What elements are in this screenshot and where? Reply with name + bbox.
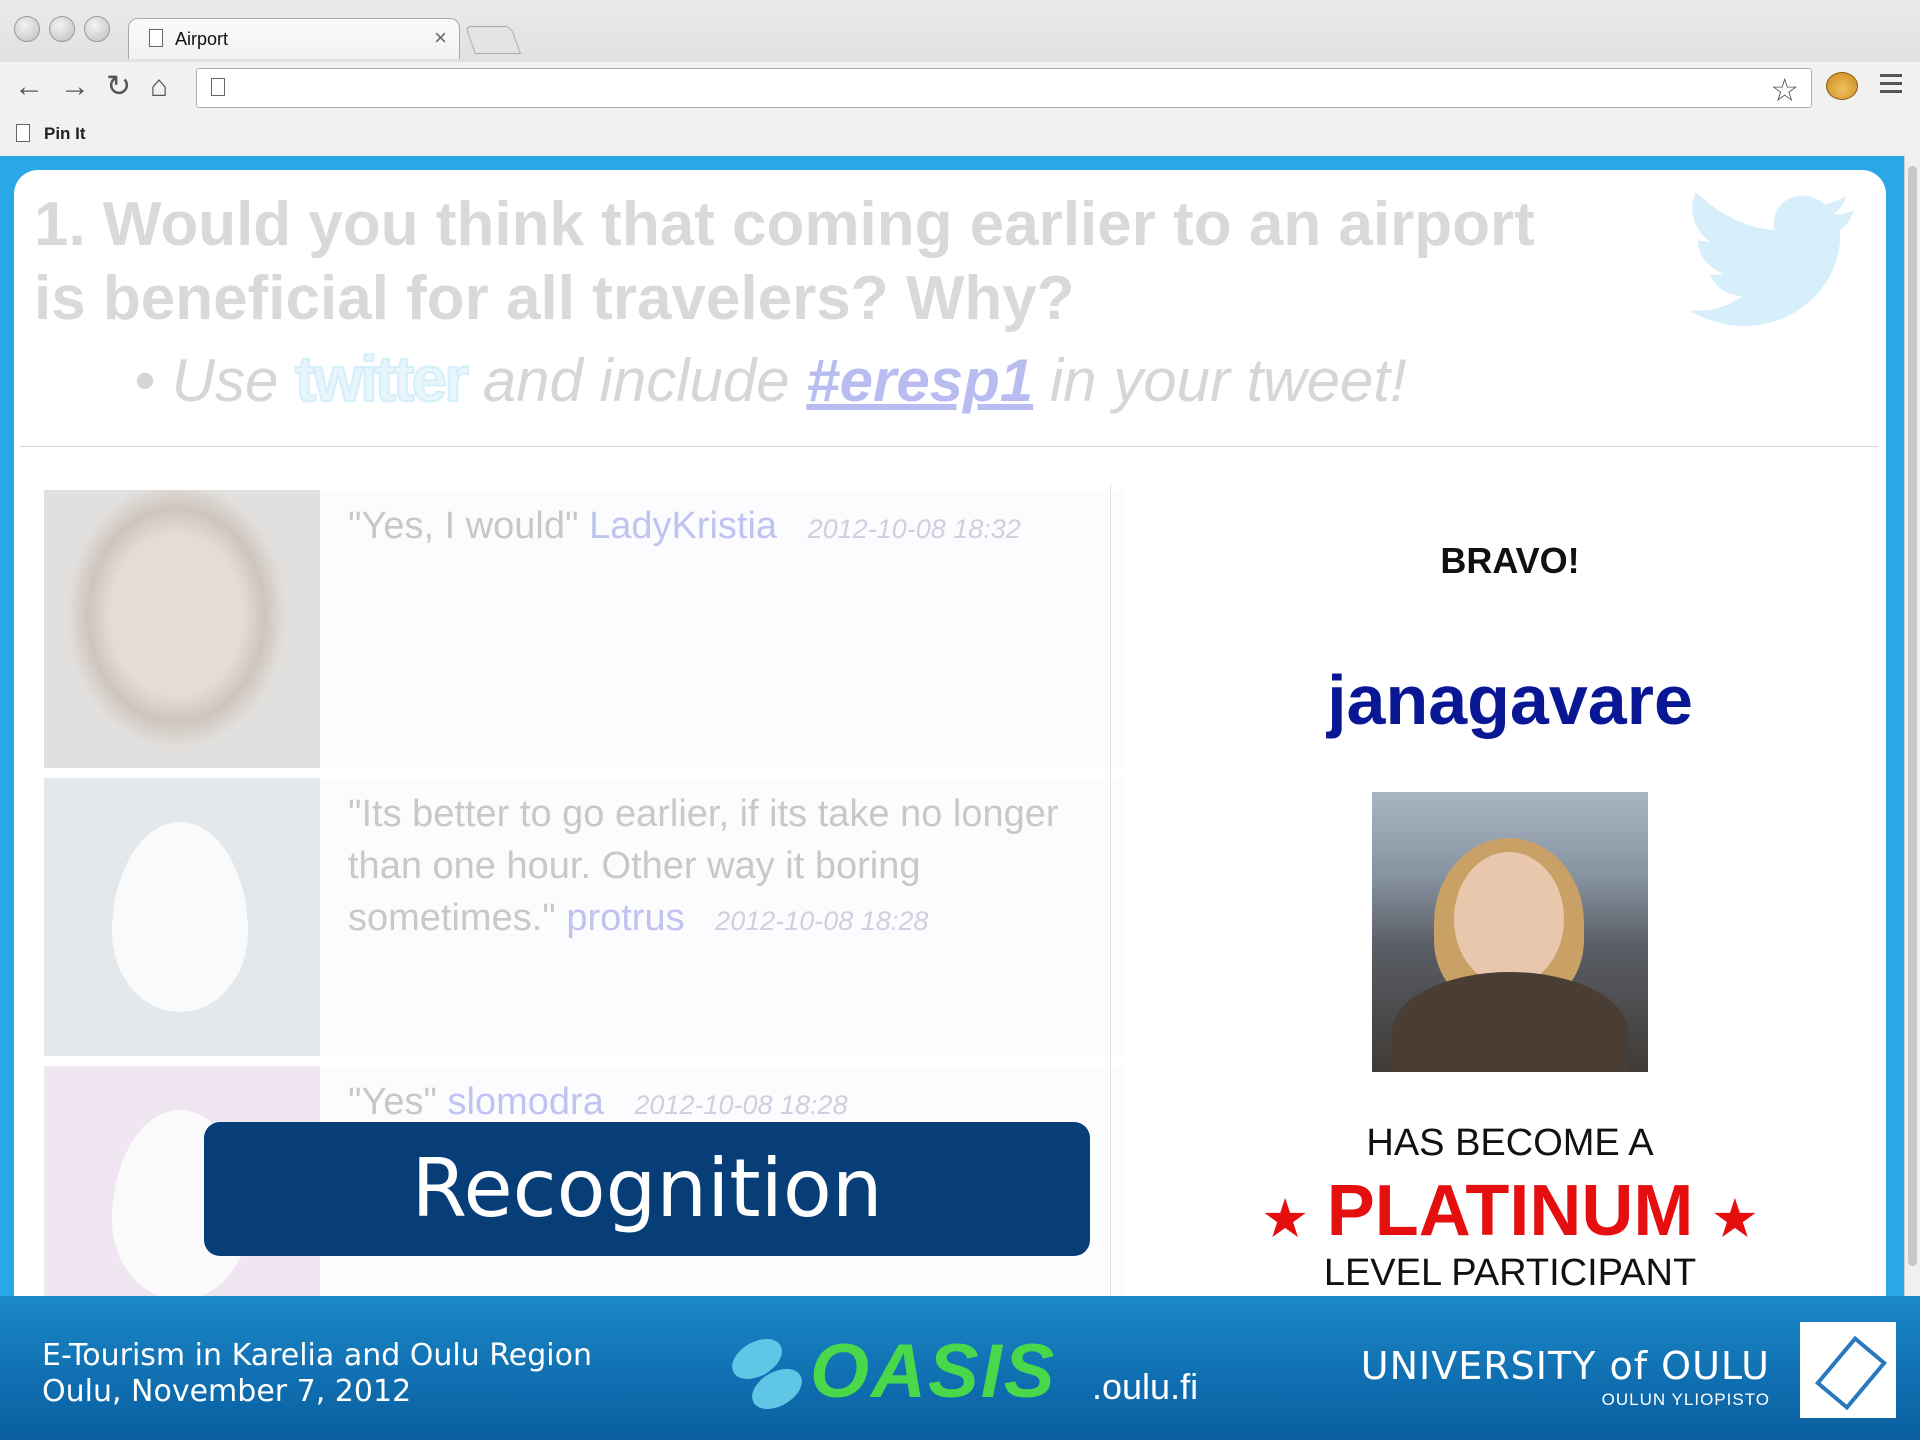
navigation-bar: ← → ↻ ⌂ ☆ <box>0 62 1920 114</box>
presentation-footer: E-Tourism in Karelia and Oulu Region Oul… <box>0 1296 1920 1440</box>
avatar[interactable] <box>44 490 320 768</box>
footer-event-title: E-Tourism in Karelia and Oulu Region <box>42 1338 593 1373</box>
winner-photo <box>1372 792 1648 1072</box>
page-icon <box>211 78 225 96</box>
page-frame: 1. Would you think that coming earlier t… <box>0 156 1904 1370</box>
winner-username: janagavare <box>1327 661 1693 739</box>
tweet-username[interactable]: protrus <box>566 897 684 939</box>
became-text: HAS BECOME A <box>1366 1122 1654 1164</box>
university-subtitle: OULUN YLIOPISTO <box>1601 1390 1770 1409</box>
address-bar[interactable]: ☆ <box>196 68 1812 108</box>
back-arrow-icon[interactable]: ← <box>14 70 44 104</box>
divider <box>20 446 1878 447</box>
tab-airport[interactable]: Airport × <box>128 18 460 59</box>
bullet-prefix: • Use <box>134 347 279 414</box>
tweet-timestamp: 2012-10-08 18:28 <box>715 906 929 936</box>
forward-arrow-icon[interactable]: → <box>60 70 90 104</box>
bravo-heading: BRAVO! <box>1440 540 1580 581</box>
star-icon: ★ <box>1713 1193 1757 1246</box>
bullet-suffix: in your tweet! <box>1049 347 1407 414</box>
star-icon: ★ <box>1263 1193 1307 1246</box>
window-controls <box>14 16 110 42</box>
bookmark-pin-it[interactable]: Pin It <box>44 124 86 144</box>
bookmarks-bar: Pin It <box>0 114 1920 156</box>
level-participant-text: LEVEL PARTICIPANT <box>1323 1252 1697 1294</box>
platinum-level: ★ PLATINUM ★ <box>1140 1170 1880 1252</box>
egg-avatar-icon <box>112 822 248 1012</box>
twitter-bird-icon <box>1688 192 1854 326</box>
list-item: "Its better to go earlier, if its take n… <box>44 778 1124 1056</box>
university-title: UNIVERSITY of OULU <box>1360 1344 1770 1388</box>
bullet-middle: and include <box>482 347 790 414</box>
footer-date: Oulu, November 7, 2012 <box>42 1374 412 1409</box>
new-tab-button[interactable] <box>464 26 522 54</box>
question-heading: 1. Would you think that coming earlier t… <box>34 188 1535 336</box>
tweet-text: "Its better to go earlier, if its take n… <box>348 788 1118 947</box>
extension-icon[interactable] <box>1826 72 1858 100</box>
page-icon <box>16 124 30 142</box>
twitter-wordmark: twitter <box>294 342 470 416</box>
level-word: PLATINUM <box>1326 1171 1694 1251</box>
oasis-domain: .oulu.fi <box>1092 1366 1199 1407</box>
bookmark-star-icon[interactable]: ☆ <box>1770 71 1799 109</box>
university-name: UNIVERSITY of OULU OULUN YLIOPISTO <box>1361 1344 1770 1410</box>
university-logo-icon <box>1800 1322 1896 1418</box>
recognition-banner: Recognition <box>204 1122 1090 1256</box>
home-icon[interactable]: ⌂ <box>150 70 168 104</box>
hashtag-link[interactable]: #eresp1 <box>806 347 1033 414</box>
tweet-username[interactable]: LadyKristia <box>589 505 777 547</box>
tweet-text: "Yes, I would" LadyKristia 2012-10-08 18… <box>348 500 1118 555</box>
page-icon <box>149 29 163 47</box>
close-window-button[interactable] <box>14 16 40 42</box>
question-line-2: is beneficial for all travelers? Why? <box>34 264 1075 333</box>
instruction-bullet: • Use twitter and include #eresp1 in you… <box>134 342 1407 416</box>
menu-icon[interactable] <box>1880 74 1902 98</box>
oasis-wordmark: OASIS <box>810 1329 1057 1414</box>
list-item: "Yes, I would" LadyKristia 2012-10-08 18… <box>44 490 1124 768</box>
minimize-window-button[interactable] <box>49 16 75 42</box>
tweet-timestamp: 2012-10-08 18:32 <box>807 514 1021 544</box>
column-divider <box>1110 484 1111 1370</box>
question-line-1: 1. Would you think that coming earlier t… <box>34 190 1535 259</box>
tab-title: Airport <box>175 29 229 49</box>
tweet-body: "Yes" <box>348 1081 437 1123</box>
avatar[interactable] <box>44 778 320 1056</box>
reload-icon[interactable]: ↻ <box>106 70 131 104</box>
zoom-window-button[interactable] <box>84 16 110 42</box>
browser-chrome: Airport × ← → ↻ ⌂ ☆ Pin It <box>0 0 1920 157</box>
tweet-body: "Its better to go earlier, if its take n… <box>348 793 1059 939</box>
scrollbar[interactable] <box>1904 156 1920 1296</box>
page-content: 1. Would you think that coming earlier t… <box>14 170 1886 1370</box>
tweet-timestamp: 2012-10-08 18:28 <box>634 1090 848 1120</box>
scrollbar-thumb[interactable] <box>1908 166 1917 1266</box>
tweet-username[interactable]: slomodra <box>448 1081 604 1123</box>
tweet-body: "Yes, I would" <box>348 505 579 547</box>
tab-close-icon[interactable]: × <box>434 25 447 51</box>
